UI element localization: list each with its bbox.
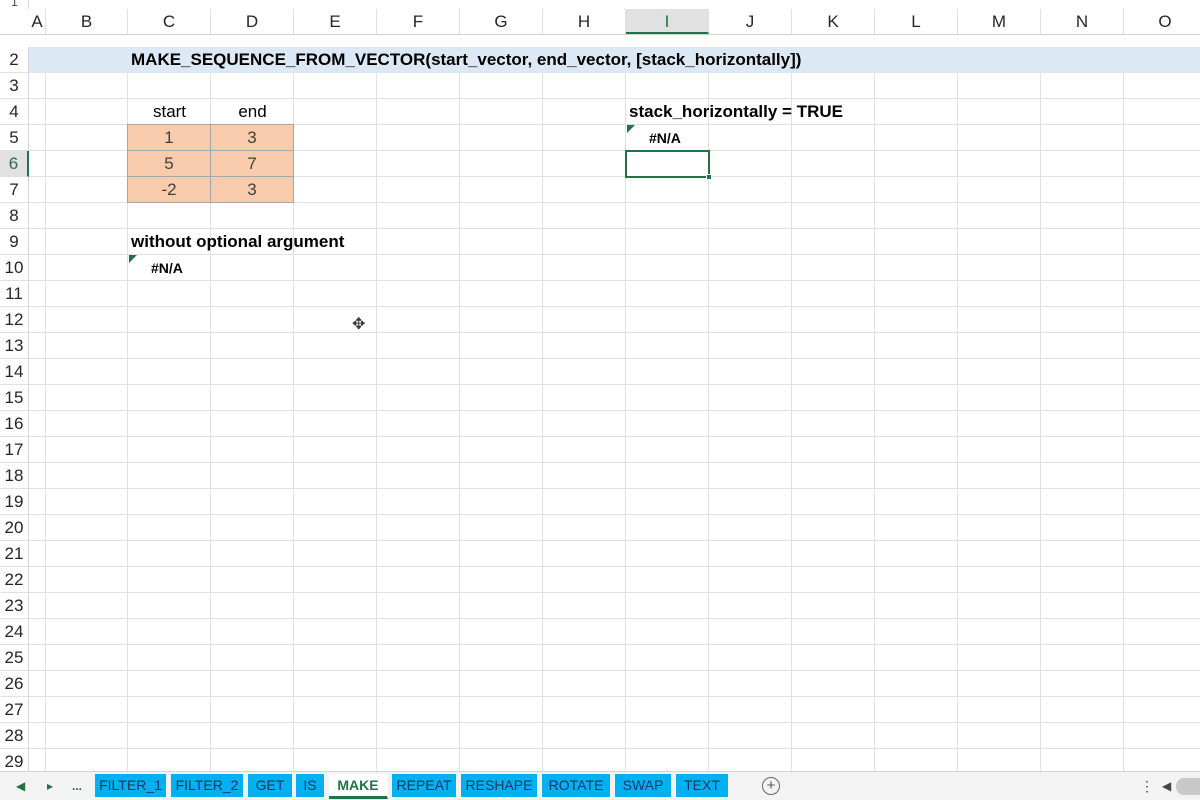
cell-cursor-icon: ✥ <box>352 316 366 333</box>
tab-filter-1[interactable]: FILTER_1 <box>95 774 167 797</box>
error-indicator-icon <box>129 255 137 263</box>
tab-more-button[interactable]: ... <box>72 777 82 795</box>
row-header-17[interactable]: 17 <box>0 437 29 463</box>
column-header-k[interactable]: K <box>792 9 875 34</box>
row-header-11[interactable]: 11 <box>0 281 29 307</box>
column-header-bar: A B C D E F G H I J K L M N O <box>0 9 1200 35</box>
tab-make[interactable]: MAKE <box>329 774 388 799</box>
active-cell-i6[interactable] <box>625 150 710 178</box>
tab-rotate[interactable]: ROTATE <box>542 774 611 797</box>
row-header-6[interactable]: 6 <box>0 151 29 177</box>
start-cell-2[interactable]: 5 <box>127 150 211 177</box>
column-header-a[interactable]: A <box>29 9 46 34</box>
row-header-28[interactable]: 28 <box>0 723 29 749</box>
stack-horizontally-label[interactable]: stack_horizontally = TRUE <box>629 99 843 125</box>
row-header-10[interactable]: 10 <box>0 255 29 281</box>
row-header-26[interactable]: 26 <box>0 671 29 697</box>
row-header-20[interactable]: 20 <box>0 515 29 541</box>
end-cell-2[interactable]: 7 <box>210 150 294 177</box>
start-header[interactable]: start <box>128 99 211 125</box>
row-header-21[interactable]: 21 <box>0 541 29 567</box>
end-cell-3[interactable]: 3 <box>210 176 294 203</box>
column-header-f[interactable]: F <box>377 9 460 34</box>
row-header-3[interactable]: 3 <box>0 73 29 99</box>
end-cell-1[interactable]: 3 <box>210 124 294 151</box>
row-header-14[interactable]: 14 <box>0 359 29 385</box>
row-header-16[interactable]: 16 <box>0 411 29 437</box>
row-header-1[interactable]: 1 <box>0 0 29 9</box>
column-header-d[interactable]: D <box>211 9 294 34</box>
tab-text[interactable]: TEXT <box>676 774 729 797</box>
column-header-g[interactable]: G <box>460 9 543 34</box>
tab-swap[interactable]: SWAP <box>615 774 672 797</box>
row-header-8[interactable]: 8 <box>0 203 29 229</box>
column-header-o[interactable]: O <box>1124 9 1200 34</box>
column-header-i[interactable]: I <box>626 9 709 34</box>
column-header-l[interactable]: L <box>875 9 958 34</box>
row-header-4[interactable]: 4 <box>0 99 29 125</box>
row-header-23[interactable]: 23 <box>0 593 29 619</box>
hscroll-left-icon[interactable]: ◀ <box>1162 778 1171 794</box>
start-cell-3[interactable]: -2 <box>127 176 211 203</box>
row-header-22[interactable]: 22 <box>0 567 29 593</box>
column-header-h[interactable]: H <box>543 9 626 34</box>
row-header-9[interactable]: 9 <box>0 229 29 255</box>
sheet-tab-bar: ◀ ▸ ... FILTER_1 FILTER_2 GET IS MAKE RE… <box>0 771 1200 800</box>
column-header-m[interactable]: M <box>958 9 1041 34</box>
horizontal-scrollbar-thumb[interactable] <box>1176 778 1200 795</box>
row-header-13[interactable]: 13 <box>0 333 29 359</box>
stack-horizontally-result[interactable]: #N/A <box>649 125 681 151</box>
tab-split-handle-icon[interactable]: ⋮ <box>1140 778 1154 794</box>
fill-handle[interactable] <box>706 174 712 180</box>
tab-is[interactable]: IS <box>296 774 325 797</box>
tab-scroll-right-icon[interactable]: ▸ <box>47 777 53 795</box>
row-header-12[interactable]: 12 <box>0 307 29 333</box>
column-header-j[interactable]: J <box>709 9 792 34</box>
row-header-18[interactable]: 18 <box>0 463 29 489</box>
tab-reshape[interactable]: RESHAPE <box>461 774 538 797</box>
error-indicator-icon <box>627 125 635 133</box>
row-header-7[interactable]: 7 <box>0 177 29 203</box>
row-header-15[interactable]: 15 <box>0 385 29 411</box>
end-header[interactable]: end <box>211 99 294 125</box>
column-header-b[interactable]: B <box>46 9 128 34</box>
row-header-19[interactable]: 19 <box>0 489 29 515</box>
tab-repeat[interactable]: REPEAT <box>392 774 457 797</box>
row-header-2[interactable]: 2 <box>0 47 29 73</box>
tab-scroll-left-icon[interactable]: ◀ <box>16 777 25 795</box>
row-header-27[interactable]: 27 <box>0 697 29 723</box>
without-optional-label[interactable]: without optional argument <box>131 229 344 255</box>
add-sheet-icon[interactable]: + <box>762 777 780 795</box>
column-header-n[interactable]: N <box>1041 9 1124 34</box>
tab-filter-2[interactable]: FILTER_2 <box>171 774 244 797</box>
tab-get[interactable]: GET <box>248 774 293 797</box>
row-header-25[interactable]: 25 <box>0 645 29 671</box>
row-header-5[interactable]: 5 <box>0 125 29 151</box>
start-cell-1[interactable]: 1 <box>127 124 211 151</box>
column-header-e[interactable]: E <box>294 9 377 34</box>
row-header-24[interactable]: 24 <box>0 619 29 645</box>
without-optional-result[interactable]: #N/A <box>151 255 183 281</box>
function-title[interactable]: MAKE_SEQUENCE_FROM_VECTOR(start_vector, … <box>131 47 801 73</box>
column-header-c[interactable]: C <box>128 9 211 34</box>
